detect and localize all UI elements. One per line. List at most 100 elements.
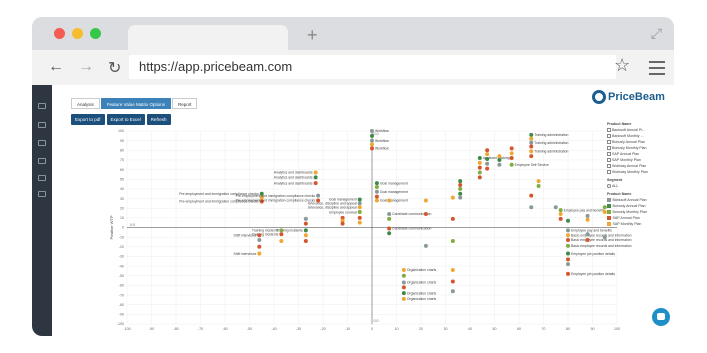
x-tick-label: 0 xyxy=(371,327,373,331)
data-point xyxy=(536,179,541,184)
radio-icon[interactable] xyxy=(607,184,611,188)
data-point xyxy=(585,238,590,243)
data-point xyxy=(529,140,534,145)
product-filter-label: Banksoft Monthly ... xyxy=(612,134,644,138)
data-point xyxy=(458,186,463,191)
x-tick-label: 10 xyxy=(395,327,399,331)
y-tick-label: 20 xyxy=(120,206,124,210)
maximize-window-button[interactable] xyxy=(90,28,101,39)
checkbox-icon[interactable] xyxy=(607,170,611,174)
back-icon[interactable]: ← xyxy=(48,58,64,76)
close-window-button[interactable] xyxy=(54,28,65,39)
data-point xyxy=(423,211,428,216)
y-tick-label: -40 xyxy=(119,264,124,268)
data-point xyxy=(485,148,490,153)
legend-product-title: Product Name xyxy=(607,122,632,126)
browser-menu-icon[interactable] xyxy=(649,61,665,79)
expand-icon[interactable]: ⤢ xyxy=(651,25,662,42)
checkbox-icon[interactable] xyxy=(607,134,611,138)
data-label: Shift interviews xyxy=(233,233,256,237)
data-label: Employee pay and benefits xyxy=(571,229,612,233)
data-label: Workflow xyxy=(375,147,389,151)
color-legend-label: SAP Annual Plan xyxy=(612,216,640,220)
data-label: Analytics and dashboards xyxy=(274,171,313,175)
data-label: Pre-employment and immigration complianc… xyxy=(236,199,316,203)
checkbox-icon[interactable] xyxy=(607,158,611,162)
data-point xyxy=(558,216,563,221)
data-point xyxy=(370,142,374,147)
sidebar-settings-icon[interactable] xyxy=(38,191,46,197)
data-point xyxy=(497,162,502,167)
address-bar[interactable]: https://app.pricebeam.com xyxy=(129,55,616,79)
sidebar-products-icon[interactable] xyxy=(38,122,46,128)
browser-navbar: ← → ↻ https://app.pricebeam.com ☆ xyxy=(32,50,674,85)
data-point xyxy=(566,257,570,262)
data-point xyxy=(303,233,308,238)
data-point xyxy=(509,162,514,167)
legend-color-title: Product Name xyxy=(607,192,632,196)
chat-support-button[interactable] xyxy=(652,308,670,326)
data-point xyxy=(566,262,570,267)
data-point xyxy=(558,208,563,213)
forward-icon[interactable]: → xyxy=(78,58,94,76)
browser-tab[interactable] xyxy=(128,25,288,51)
data-point xyxy=(374,184,379,189)
color-swatch xyxy=(607,222,611,226)
checkbox-icon[interactable] xyxy=(607,128,611,132)
data-point xyxy=(558,211,563,216)
y-tick-label: -60 xyxy=(119,284,124,288)
checkbox-icon[interactable] xyxy=(607,152,611,156)
data-label: Goal management xyxy=(380,190,408,194)
data-label: Basic employee records and information xyxy=(571,244,632,248)
y-tick-label: -70 xyxy=(119,293,124,297)
color-legend-label: SAP Monthly Plan xyxy=(612,222,642,226)
sidebar-link-icon[interactable] xyxy=(38,175,46,181)
checkbox-icon[interactable] xyxy=(607,146,611,150)
center-value-label: 0.0 xyxy=(130,223,135,227)
x-tick-label: 90 xyxy=(591,327,595,331)
product-filter-label: Bonusly Annual Plan xyxy=(612,140,645,144)
bookmark-star-icon[interactable]: ☆ xyxy=(614,55,630,76)
data-point xyxy=(423,198,428,203)
data-point xyxy=(423,243,428,248)
x-tick-label: -90 xyxy=(149,327,154,331)
data-point xyxy=(401,285,406,290)
data-point xyxy=(585,213,590,218)
data-point xyxy=(370,138,374,143)
product-filter-item[interactable]: Workday Monthly Plan xyxy=(607,169,667,175)
checkbox-icon[interactable] xyxy=(607,164,611,168)
reload-icon[interactable]: ↻ xyxy=(108,58,121,78)
feature-value-matrix-chart: -100 -90 -80 -70 -60 -50 -40 -30 -20 -10 0 10 20 30 40… xyxy=(109,129,632,331)
minimize-window-button[interactable] xyxy=(72,28,83,39)
data-point xyxy=(450,195,455,200)
new-tab-icon[interactable]: + xyxy=(307,25,318,46)
sidebar-chart-icon[interactable] xyxy=(38,140,46,146)
data-point xyxy=(458,195,463,200)
sidebar-home-icon[interactable] xyxy=(38,103,46,109)
data-point xyxy=(357,205,362,210)
data-point xyxy=(477,165,482,170)
data-label: Training administration xyxy=(534,149,568,153)
data-point xyxy=(257,244,262,249)
data-point xyxy=(566,228,570,233)
data-point xyxy=(529,193,534,198)
data-label: Employee pay and benefits xyxy=(564,208,605,212)
data-point xyxy=(303,239,308,244)
data-point xyxy=(387,211,392,216)
data-point xyxy=(477,156,482,161)
color-legend-label: Bonusly Annual Plan xyxy=(612,204,646,208)
checkbox-icon[interactable] xyxy=(607,140,611,144)
data-point xyxy=(387,198,392,203)
data-label: Analytics and dashboards xyxy=(274,176,313,180)
sidebar-list-icon[interactable] xyxy=(38,158,46,164)
data-point xyxy=(340,221,345,226)
data-point xyxy=(485,152,490,157)
y-tick-label: -90 xyxy=(119,313,124,317)
x-tick-label: 50 xyxy=(493,327,497,331)
data-point xyxy=(374,194,379,199)
segment-option[interactable]: ALL xyxy=(607,183,667,189)
url-text: https://app.pricebeam.com xyxy=(139,59,293,74)
product-filter-label: Workday Annual Plan xyxy=(612,164,647,168)
y-tick-label: 50 xyxy=(120,177,124,181)
segment-value: ALL xyxy=(612,184,619,188)
